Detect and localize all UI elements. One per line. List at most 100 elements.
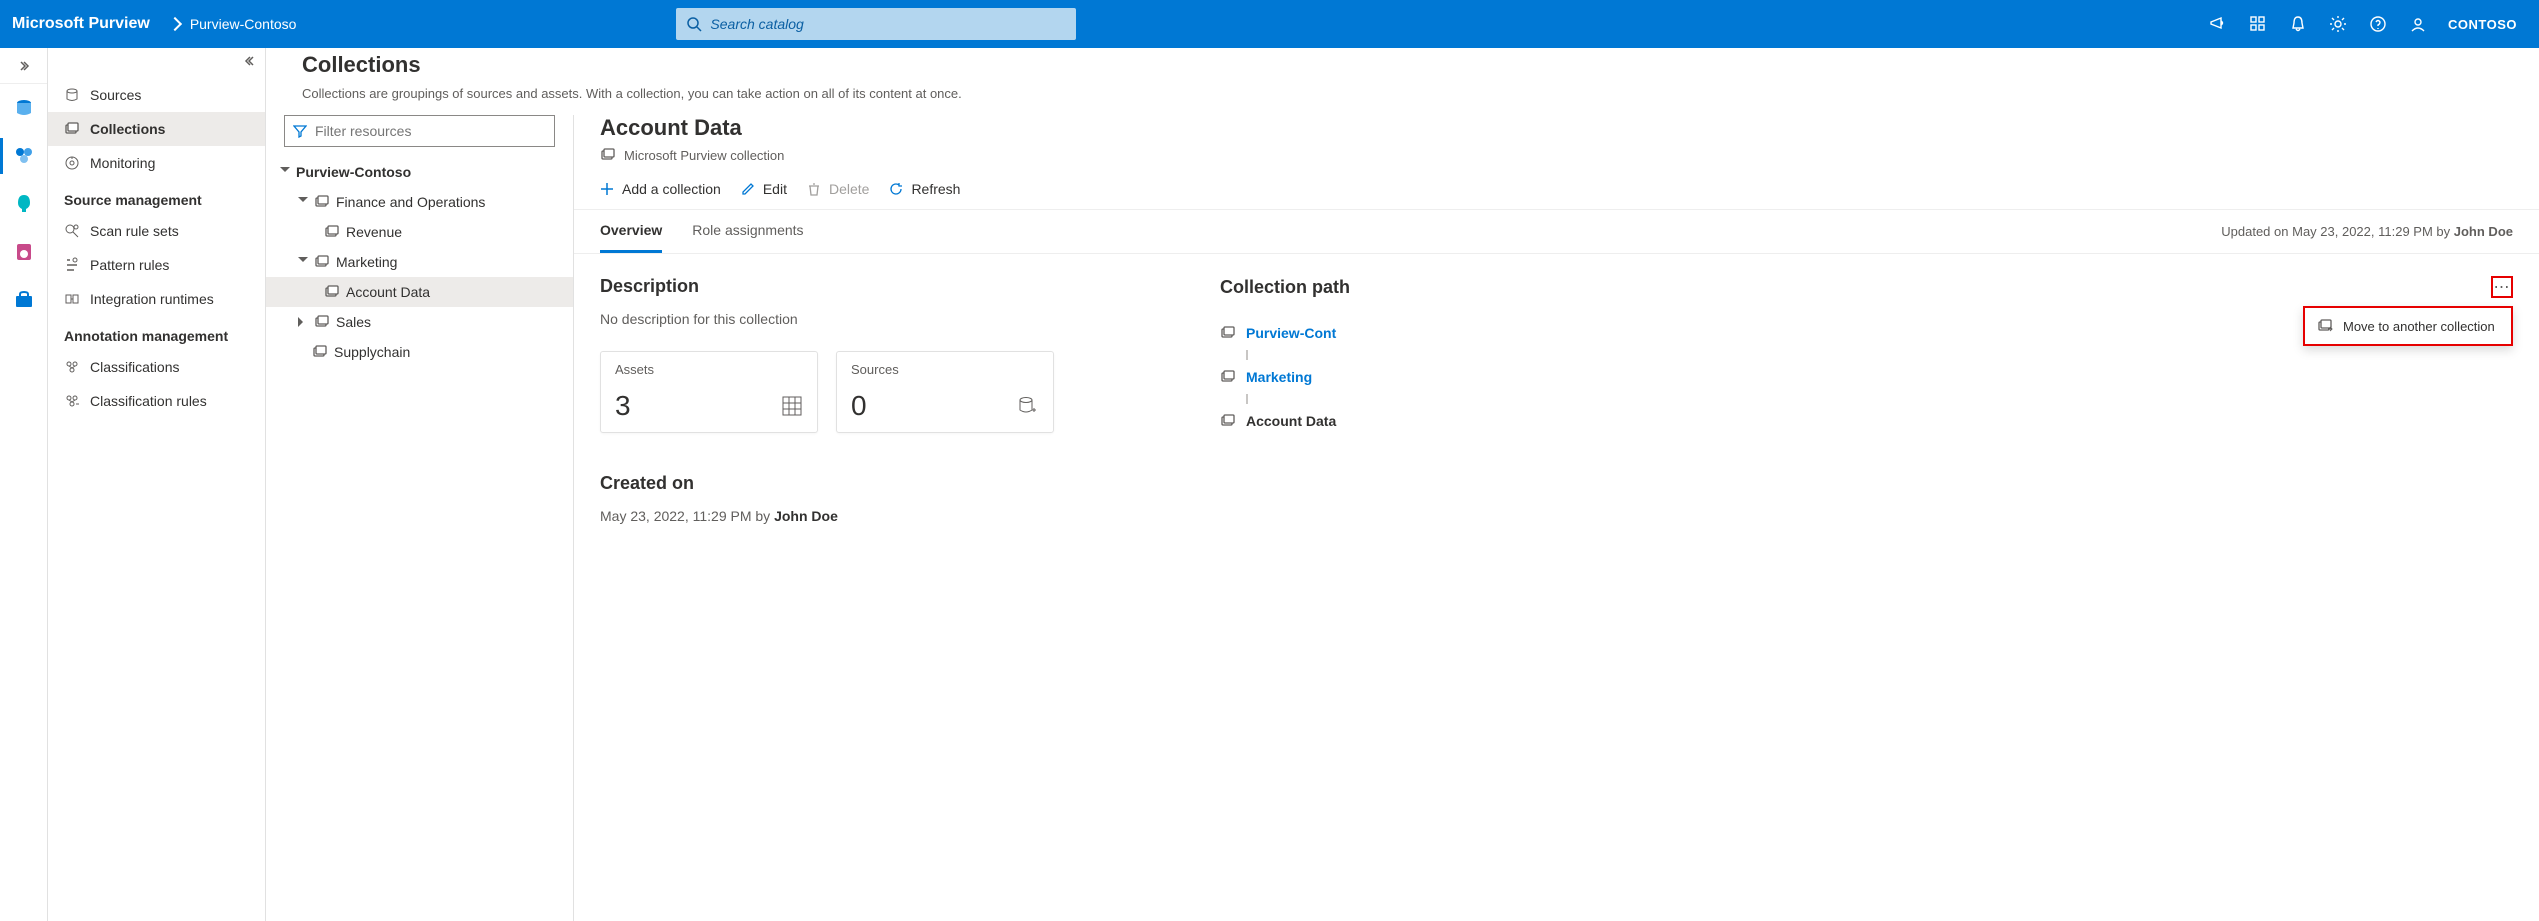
collection-type-label: Microsoft Purview collection bbox=[624, 148, 784, 163]
more-actions-button[interactable]: ⋯ bbox=[2491, 276, 2513, 298]
tab-role-assignments[interactable]: Role assignments bbox=[692, 210, 803, 253]
button-label: Add a collection bbox=[622, 181, 721, 197]
tree-item-account-data[interactable]: Account Data bbox=[266, 277, 573, 307]
nav-sources[interactable]: Sources bbox=[48, 78, 265, 112]
collection-icon bbox=[1220, 413, 1236, 429]
path-connector bbox=[1246, 394, 1248, 404]
button-label: Refresh bbox=[911, 181, 960, 197]
tree-label: Supplychain bbox=[334, 344, 410, 360]
nav-pattern-rules[interactable]: Pattern rules bbox=[48, 248, 265, 282]
card-label: Sources bbox=[851, 362, 1039, 377]
collection-icon bbox=[324, 224, 340, 240]
notifications-icon[interactable] bbox=[2278, 0, 2318, 48]
tree-item-finance[interactable]: Finance and Operations bbox=[266, 187, 573, 217]
nav-integration-runtimes[interactable]: Integration runtimes bbox=[48, 282, 265, 316]
tab-overview[interactable]: Overview bbox=[600, 210, 662, 253]
add-collection-button[interactable]: Add a collection bbox=[600, 181, 721, 197]
menu-item-label: Move to another collection bbox=[2343, 319, 2495, 334]
tree-label: Account Data bbox=[346, 284, 430, 300]
filter-input[interactable] bbox=[315, 123, 546, 139]
apps-icon[interactable] bbox=[2238, 0, 2278, 48]
rail-policy-icon[interactable] bbox=[0, 228, 48, 276]
brand-label[interactable]: Microsoft Purview bbox=[12, 15, 150, 33]
expand-rail-button[interactable] bbox=[0, 48, 47, 84]
sources-card[interactable]: Sources 0 bbox=[836, 351, 1054, 433]
collection-icon bbox=[1220, 369, 1236, 385]
filter-icon bbox=[293, 124, 307, 138]
collection-title: Account Data bbox=[600, 115, 2539, 141]
collection-icon bbox=[312, 344, 328, 360]
classification-rule-icon bbox=[64, 393, 80, 409]
tree-label: Sales bbox=[336, 314, 371, 330]
context-menu: Move to another collection bbox=[2303, 306, 2513, 346]
collection-icon bbox=[314, 194, 330, 210]
rail-insights-icon[interactable] bbox=[0, 180, 48, 228]
nav-label: Monitoring bbox=[90, 155, 155, 171]
settings-icon[interactable] bbox=[2318, 0, 2358, 48]
rail-data-map-icon[interactable] bbox=[0, 132, 48, 180]
description-header: Description bbox=[600, 276, 1160, 297]
page-subtitle: Collections are groupings of sources and… bbox=[284, 82, 2539, 115]
nav-classifications[interactable]: Classifications bbox=[48, 350, 265, 384]
tree-item-sales[interactable]: Sales bbox=[266, 307, 573, 337]
card-value: 0 bbox=[851, 390, 867, 422]
integration-runtime-icon bbox=[64, 291, 80, 307]
path-label: Account Data bbox=[1246, 413, 1336, 429]
collection-subtitle: Microsoft Purview collection bbox=[600, 147, 2539, 163]
collapse-nav-button[interactable] bbox=[243, 54, 257, 73]
refresh-button[interactable]: Refresh bbox=[889, 181, 960, 197]
refresh-icon bbox=[889, 182, 903, 196]
feedback-icon[interactable] bbox=[2398, 0, 2438, 48]
tenant-name[interactable]: CONTOSO bbox=[2448, 17, 2517, 32]
tree-label: Finance and Operations bbox=[336, 194, 485, 210]
nav-monitoring[interactable]: Monitoring bbox=[48, 146, 265, 180]
help-icon[interactable] bbox=[2358, 0, 2398, 48]
search-catalog[interactable] bbox=[676, 8, 1076, 40]
created-header: Created on bbox=[600, 473, 1160, 494]
collection-icon bbox=[600, 147, 616, 163]
description-text: No description for this collection bbox=[600, 311, 1160, 327]
chevron-right-icon[interactable] bbox=[298, 317, 308, 327]
top-header: Microsoft Purview Purview-Contoso CONTOS… bbox=[0, 0, 2539, 48]
plus-icon bbox=[600, 182, 614, 196]
page-heading-area: Collections Collections are groupings of… bbox=[266, 48, 2539, 115]
nav-collections[interactable]: Collections bbox=[48, 112, 265, 146]
chevron-down-icon[interactable] bbox=[298, 197, 308, 207]
edit-button[interactable]: Edit bbox=[741, 181, 787, 197]
move-collection-menu-item[interactable]: Move to another collection bbox=[2305, 312, 2511, 340]
nav-label: Sources bbox=[90, 87, 141, 103]
classification-icon bbox=[64, 359, 80, 375]
chevron-down-icon[interactable] bbox=[280, 167, 290, 177]
card-value: 3 bbox=[615, 390, 631, 422]
nav-scan-rule-sets[interactable]: Scan rule sets bbox=[48, 214, 265, 248]
collection-icon bbox=[64, 121, 80, 137]
rail-data-sources-icon[interactable] bbox=[0, 84, 48, 132]
resource-name[interactable]: Purview-Contoso bbox=[190, 16, 297, 32]
collection-icon bbox=[324, 284, 340, 300]
chevron-down-icon[interactable] bbox=[298, 257, 308, 267]
nav-label: Classification rules bbox=[90, 393, 207, 409]
tree-item-supplychain[interactable]: Supplychain bbox=[266, 337, 573, 367]
nav-label: Scan rule sets bbox=[90, 223, 179, 239]
search-input[interactable] bbox=[710, 16, 1066, 32]
collection-tree-pane: Purview-Contoso Finance and Operations R… bbox=[266, 115, 574, 921]
announcements-icon[interactable] bbox=[2198, 0, 2238, 48]
path-item-current: Account Data bbox=[1220, 404, 2513, 438]
grid-icon bbox=[781, 395, 803, 417]
tree-item-marketing[interactable]: Marketing bbox=[266, 247, 573, 277]
tree-label: Revenue bbox=[346, 224, 402, 240]
rail-management-icon[interactable] bbox=[0, 276, 48, 324]
vertical-rail bbox=[0, 48, 48, 921]
filter-resources[interactable] bbox=[284, 115, 555, 147]
tree-root[interactable]: Purview-Contoso bbox=[266, 157, 573, 187]
edit-icon bbox=[741, 182, 755, 196]
nav-label: Collections bbox=[90, 121, 165, 137]
assets-card[interactable]: Assets 3 bbox=[600, 351, 818, 433]
collection-icon bbox=[314, 254, 330, 270]
nav-label: Classifications bbox=[90, 359, 179, 375]
nav-section-annotation: Annotation management bbox=[48, 316, 265, 350]
nav-classification-rules[interactable]: Classification rules bbox=[48, 384, 265, 418]
tree-item-revenue[interactable]: Revenue bbox=[266, 217, 573, 247]
path-item-marketing[interactable]: Marketing bbox=[1220, 360, 2513, 394]
search-icon bbox=[686, 16, 702, 32]
